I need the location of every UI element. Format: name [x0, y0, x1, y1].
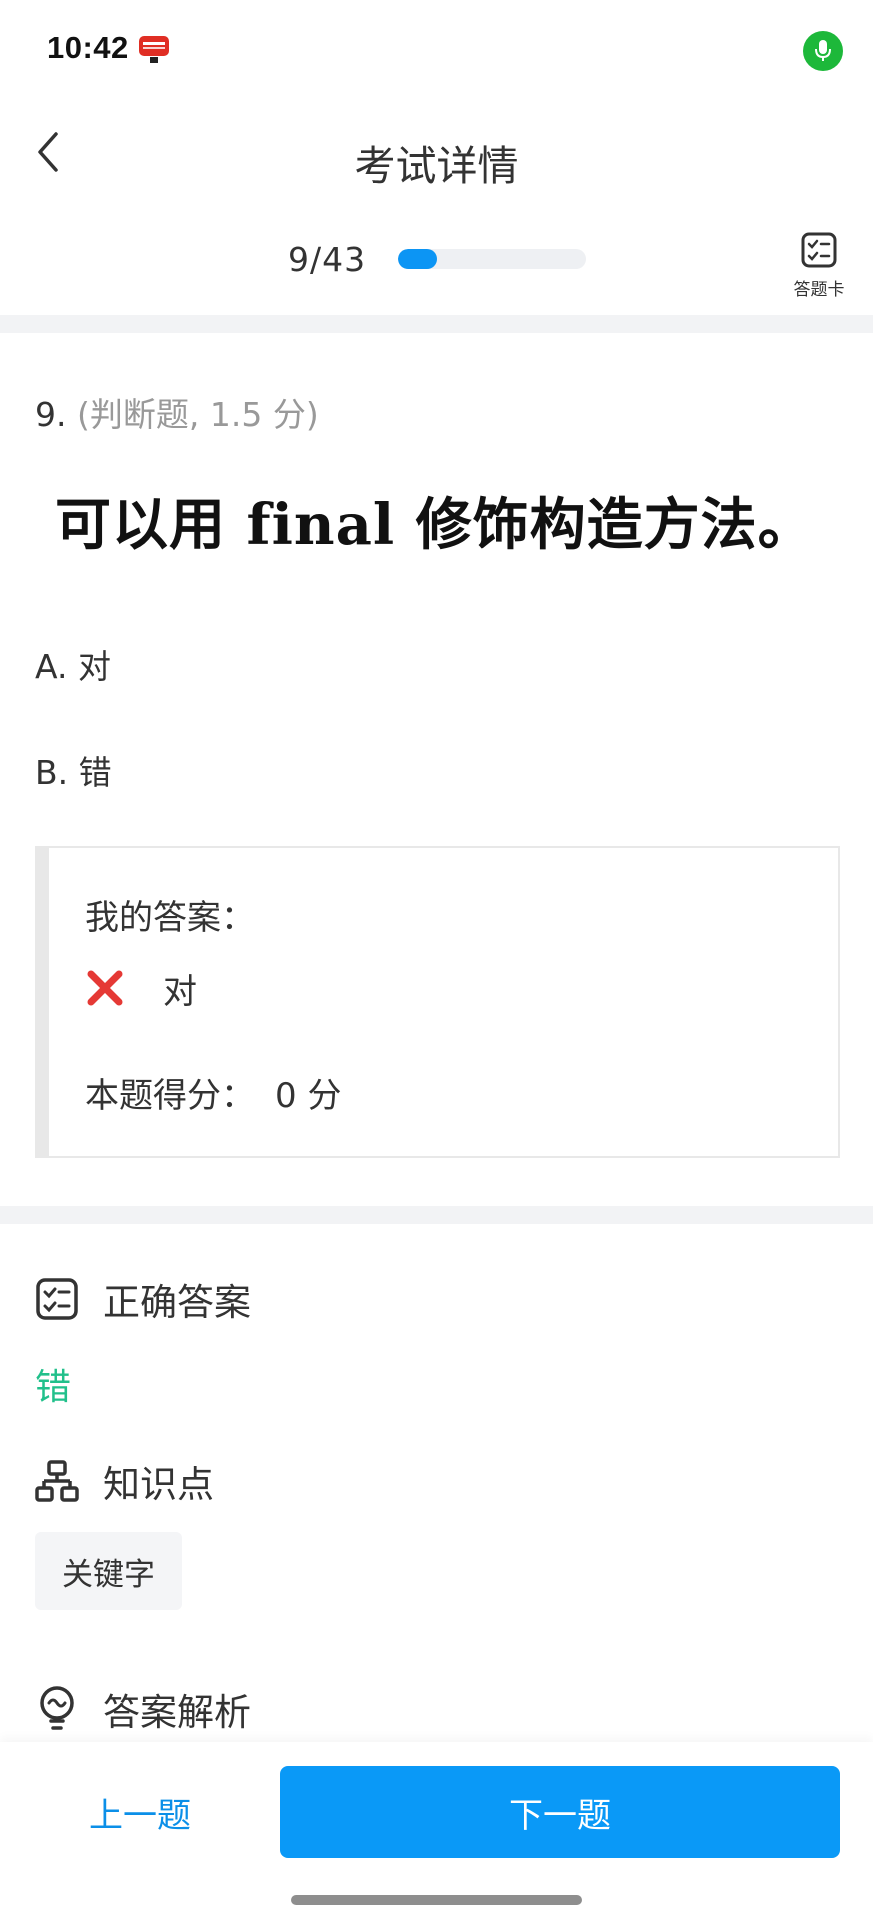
score-value: 0 分 — [275, 1076, 342, 1116]
answer-card-label: 答题卡 — [793, 280, 845, 300]
checklist-icon — [801, 232, 837, 268]
progress-fill — [398, 249, 438, 269]
question-meta: 9. (判断题, 1.5 分) — [35, 388, 319, 436]
progress-text: 9/43 — [288, 240, 367, 279]
status-bar: 10:42 — [0, 0, 873, 100]
home-indicator[interactable] — [291, 1895, 582, 1905]
score-label: 本题得分： — [85, 1076, 255, 1116]
my-answer-title: 我的答案： — [85, 898, 255, 938]
prev-question-button[interactable]: 上一题 — [40, 1766, 240, 1858]
cross-mark-icon — [87, 970, 123, 1006]
status-time: 10:42 — [47, 30, 129, 65]
hierarchy-icon — [35, 1460, 79, 1502]
correct-answer-title: 正确答案 — [103, 1281, 251, 1324]
divider — [0, 1206, 873, 1224]
knowledge-tag[interactable]: 关键字 — [35, 1532, 182, 1610]
my-answer-value: 对 — [85, 966, 197, 1012]
option-a[interactable]: A. 对 — [35, 640, 111, 688]
microphone-icon — [803, 31, 843, 71]
analysis-header: 答案解析 — [35, 1682, 251, 1736]
score-line: 本题得分： 0 分 — [85, 1068, 341, 1117]
next-question-button[interactable]: 下一题 — [280, 1766, 840, 1858]
notification-app-icon — [139, 36, 169, 63]
divider — [0, 315, 873, 333]
analysis-title: 答案解析 — [103, 1691, 251, 1734]
question-text: 可以用 final 修饰构造方法。 — [55, 492, 815, 558]
question-number: 9. — [35, 395, 67, 434]
question-type: (判断题, 1.5 分) — [77, 395, 319, 434]
lightbulb-icon — [40, 1686, 74, 1730]
nav-bar: 考试详情 — [0, 100, 873, 210]
knowledge-header: 知识点 — [35, 1454, 214, 1508]
progress-bar — [398, 249, 586, 269]
progress-row: 9/43 答题卡 — [0, 225, 873, 315]
answer-card-button[interactable]: 答题卡 — [786, 231, 852, 311]
my-answer-box: 我的答案： 对 本题得分： 0 分 — [35, 846, 840, 1158]
correct-answer-value: 错 — [35, 1367, 72, 1408]
bottom-bar: 上一题 下一题 — [0, 1742, 873, 1920]
page-title: 考试详情 — [354, 142, 519, 190]
option-b[interactable]: B. 错 — [35, 746, 112, 794]
knowledge-title: 知识点 — [103, 1463, 214, 1506]
correct-answer-header: 正确答案 — [35, 1272, 251, 1326]
checklist-icon — [36, 1278, 78, 1320]
my-answer-text: 对 — [163, 971, 197, 1012]
